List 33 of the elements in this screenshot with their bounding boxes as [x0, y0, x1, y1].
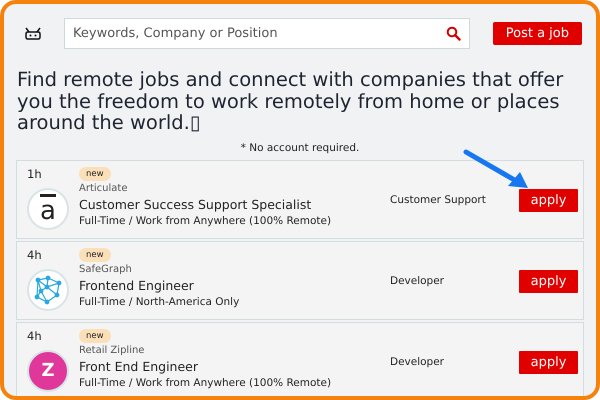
posted-age: 1h: [27, 166, 43, 180]
post-job-button[interactable]: Post a job: [492, 22, 582, 45]
new-badge: new: [79, 328, 111, 342]
apply-button[interactable]: apply: [519, 270, 578, 292]
company-name: Articulate: [79, 182, 128, 194]
job-card[interactable]: 4h new Z Retail Zipline Front End Engineer Full-Time / Work from Anywhere (100% Remote) Developer apply: [16, 322, 584, 396]
search-icon[interactable]: [446, 26, 461, 41]
apply-button[interactable]: apply: [519, 188, 578, 212]
job-category: Developer: [390, 356, 446, 368]
job-title[interactable]: Front End Engineer: [79, 358, 390, 374]
search-bar[interactable]: Keywords, Company or Position: [64, 18, 470, 49]
robot-logo-icon[interactable]: [24, 26, 42, 40]
job-category: Customer Support: [390, 194, 487, 206]
job-card[interactable]: 4h new SafeGraph Frontend Engineer Full-Time / North-America Only Developer apply: [16, 240, 584, 320]
company-logo: Z: [27, 350, 69, 392]
job-title[interactable]: Customer Success Support Specialist: [79, 196, 390, 212]
new-badge: new: [79, 166, 111, 180]
job-terms: Full-Time / Work from Anywhere (100% Remote): [79, 214, 332, 226]
job-terms: Full-Time / North-America Only: [79, 296, 240, 308]
job-category: Developer: [390, 274, 446, 286]
job-terms: Full-Time / Work from Anywhere (100% Remote): [79, 376, 332, 388]
job-title[interactable]: Frontend Engineer: [79, 278, 390, 292]
company-name: Retail Zipline: [79, 344, 146, 356]
search-field[interactable]: Keywords, Company or Position: [71, 25, 446, 42]
company-name: SafeGraph: [79, 264, 133, 274]
job-card[interactable]: 1h new a Articulate Customer Success Support Specialist Full-Time / Work from Anywhere (100% Remote) Customer Support apply: [16, 160, 584, 238]
note-text: * No account required.: [240, 142, 360, 154]
company-logo: a: [27, 188, 69, 230]
headline: Find remote jobs and connect with companies that offer you the freedom to work remotely from home or places around the world.▯: [17, 69, 564, 134]
new-badge: new: [79, 248, 111, 262]
posted-age: 4h: [27, 248, 43, 262]
apply-button[interactable]: apply: [519, 350, 578, 374]
posted-age: 4h: [27, 328, 43, 342]
